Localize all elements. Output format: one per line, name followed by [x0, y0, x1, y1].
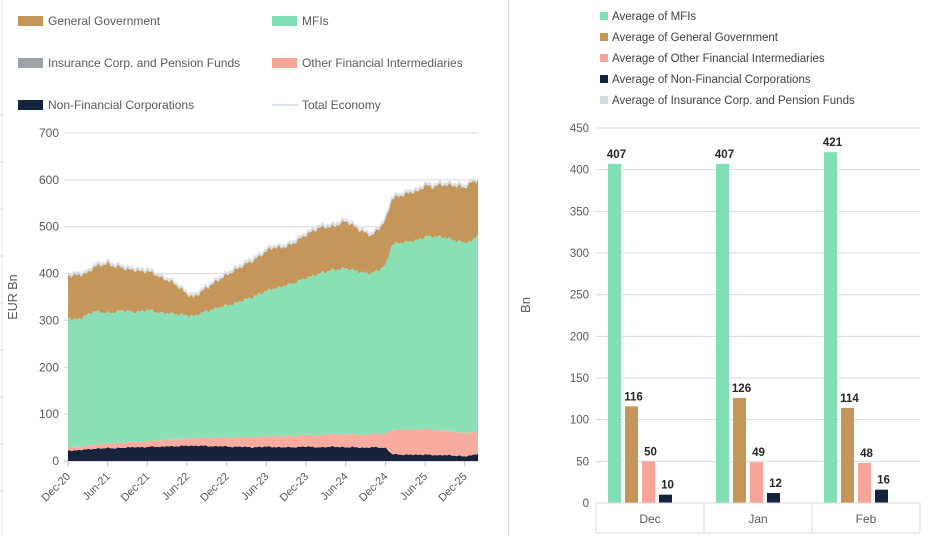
grouped-bar-chart-panel: Bn 0 50 100 150 200 250 300 350 400 450 407 116 50 10… — [508, 0, 940, 536]
y-tick-label: 100 — [39, 407, 59, 421]
legend-label: Non-Financial Corporations — [48, 98, 194, 112]
bar-value-label: 16 — [877, 475, 890, 487]
bar-value-label: 114 — [840, 393, 859, 405]
legend-label: General Government — [48, 14, 161, 28]
bar-jan-average-of-mfis — [716, 163, 729, 504]
bar-value-label: 421 — [823, 137, 843, 149]
y-tick-label: 300 — [39, 313, 59, 327]
legend-item: Insurance Corp. and Pension Funds — [18, 56, 240, 70]
legend-swatch — [272, 16, 297, 26]
legend-label: Average of Insurance Corp. and Pension F… — [612, 95, 855, 107]
left-y-axis-title: EUR Bn — [6, 274, 20, 319]
x-tick-label: Jun-21 — [81, 471, 113, 503]
legend-label: Average of General Government — [612, 32, 779, 44]
bar-jan-average-of-general-government — [733, 398, 746, 503]
bar-dec-average-of-mfis — [608, 163, 621, 504]
legend-swatch — [600, 12, 608, 20]
bar-jan-average-of-non-financial-corporations — [767, 493, 780, 503]
x-tick-label: Dec-22 — [198, 471, 232, 505]
legend-item: Average of MFIs — [600, 11, 696, 23]
legend-swatch — [272, 58, 297, 68]
bar-value-label: 10 — [661, 480, 674, 492]
y-tick-label: 250 — [570, 290, 589, 302]
legend-item: Average of General Government — [600, 32, 779, 44]
legend-label: Total Economy — [302, 98, 381, 112]
y-tick-label: 100 — [570, 415, 589, 427]
y-tick-label: 400 — [39, 267, 59, 281]
y-tick-label: 200 — [570, 331, 589, 343]
stacked-area-chart: EUR Bn 0100200300400500600700Dec-20 Jun-2… — [0, 0, 479, 536]
bar-feb-average-of-other-financial-intermediaries — [858, 463, 871, 503]
bar-jan-average-of-other-financial-intermediaries — [750, 462, 763, 503]
bar-value-label: 48 — [860, 448, 873, 460]
legend-item: Average of Insurance Corp. and Pension F… — [600, 95, 855, 107]
legend-item: Non-Financial Corporations — [18, 98, 194, 112]
x-tick-label: Jun-24 — [319, 471, 351, 503]
bar-feb-average-of-non-financial-corporations — [875, 489, 888, 503]
bar-value-label: 407 — [607, 149, 626, 161]
bar-feb-average-of-general-government — [841, 408, 854, 503]
y-tick-label: 400 — [570, 165, 589, 177]
x-tick-label: Jun-22 — [160, 471, 192, 503]
legend-item: MFIs — [272, 14, 329, 28]
x-tick-label: Dec-24 — [357, 471, 391, 505]
chart-screenshot-root: EUR Bn 0 100 200 300 400 500 600 700 Dec-20 Jun-2… — [0, 0, 940, 536]
y-tick-label: 500 — [39, 220, 59, 234]
grouped-bar-chart: Bn 0 50 100 150 200 250 300 350 400 450 407 116 50 10… — [518, 11, 921, 534]
x-tick-label: Jun-23 — [239, 471, 271, 503]
bar-value-label: 12 — [769, 478, 782, 490]
y-tick-label: 200 — [39, 360, 59, 374]
bar-dec-average-of-other-financial-intermediaries — [642, 461, 655, 503]
x-tick-label: Dec-21 — [119, 471, 153, 505]
legend-swatch — [18, 100, 43, 110]
legend-label: Average of Other Financial Intermediarie… — [612, 53, 825, 65]
legend-swatch — [600, 75, 608, 83]
legend-label: Average of MFIs — [612, 11, 696, 23]
legend-swatch — [600, 33, 608, 41]
legend-item: Other Financial Intermediaries — [272, 56, 463, 70]
legend-label: Insurance Corp. and Pension Funds — [48, 56, 240, 70]
bar-value-label: 116 — [624, 391, 643, 403]
category-label: Feb — [856, 512, 877, 526]
category-label: Dec — [639, 512, 660, 526]
x-tick-label: Jun-25 — [398, 471, 430, 503]
y-tick-label: 600 — [39, 173, 59, 187]
bar-value-label: 50 — [644, 446, 657, 458]
legend-label: Other Financial Intermediaries — [302, 56, 463, 70]
y-tick-label: 350 — [570, 206, 589, 218]
legend-label: Average of Non-Financial Corporations — [612, 74, 811, 86]
bar-value-label: 49 — [752, 447, 765, 459]
legend-item: General Government — [18, 14, 161, 28]
bar-dec-average-of-non-financial-corporations — [659, 494, 672, 503]
bar-value-label: 407 — [715, 149, 734, 161]
category-label: Jan — [748, 512, 767, 526]
y-tick-label: 700 — [39, 126, 59, 140]
bar-feb-average-of-mfis — [824, 152, 837, 503]
x-tick-label: Dec-20 — [40, 471, 74, 505]
legend-item: Average of Other Financial Intermediarie… — [600, 53, 825, 65]
legend-swatch — [18, 16, 43, 26]
y-tick-label: 0 — [52, 454, 59, 468]
legend-swatch — [18, 58, 43, 68]
legend-item: Average of Non-Financial Corporations — [600, 74, 811, 86]
legend-swatch — [600, 96, 608, 104]
legend-swatch — [600, 54, 608, 62]
legend-item: Total Economy — [272, 98, 381, 112]
y-tick-label: 50 — [576, 456, 589, 468]
y-tick-label: 150 — [570, 373, 589, 385]
right-y-axis-title: Bn — [518, 297, 533, 313]
stacked-area-chart-panel: EUR Bn 0 100 200 300 400 500 600 700 Dec-20 Jun-2… — [0, 0, 508, 536]
y-tick-label: 300 — [570, 248, 589, 260]
legend-label: MFIs — [302, 14, 329, 28]
bar-value-label: 126 — [732, 383, 751, 395]
y-tick-label: 0 — [583, 498, 589, 510]
x-tick-label: Dec-23 — [278, 471, 312, 505]
y-tick-label: 450 — [570, 123, 589, 135]
bar-dec-average-of-general-government — [625, 406, 638, 503]
x-tick-label: Dec-25 — [436, 471, 470, 505]
